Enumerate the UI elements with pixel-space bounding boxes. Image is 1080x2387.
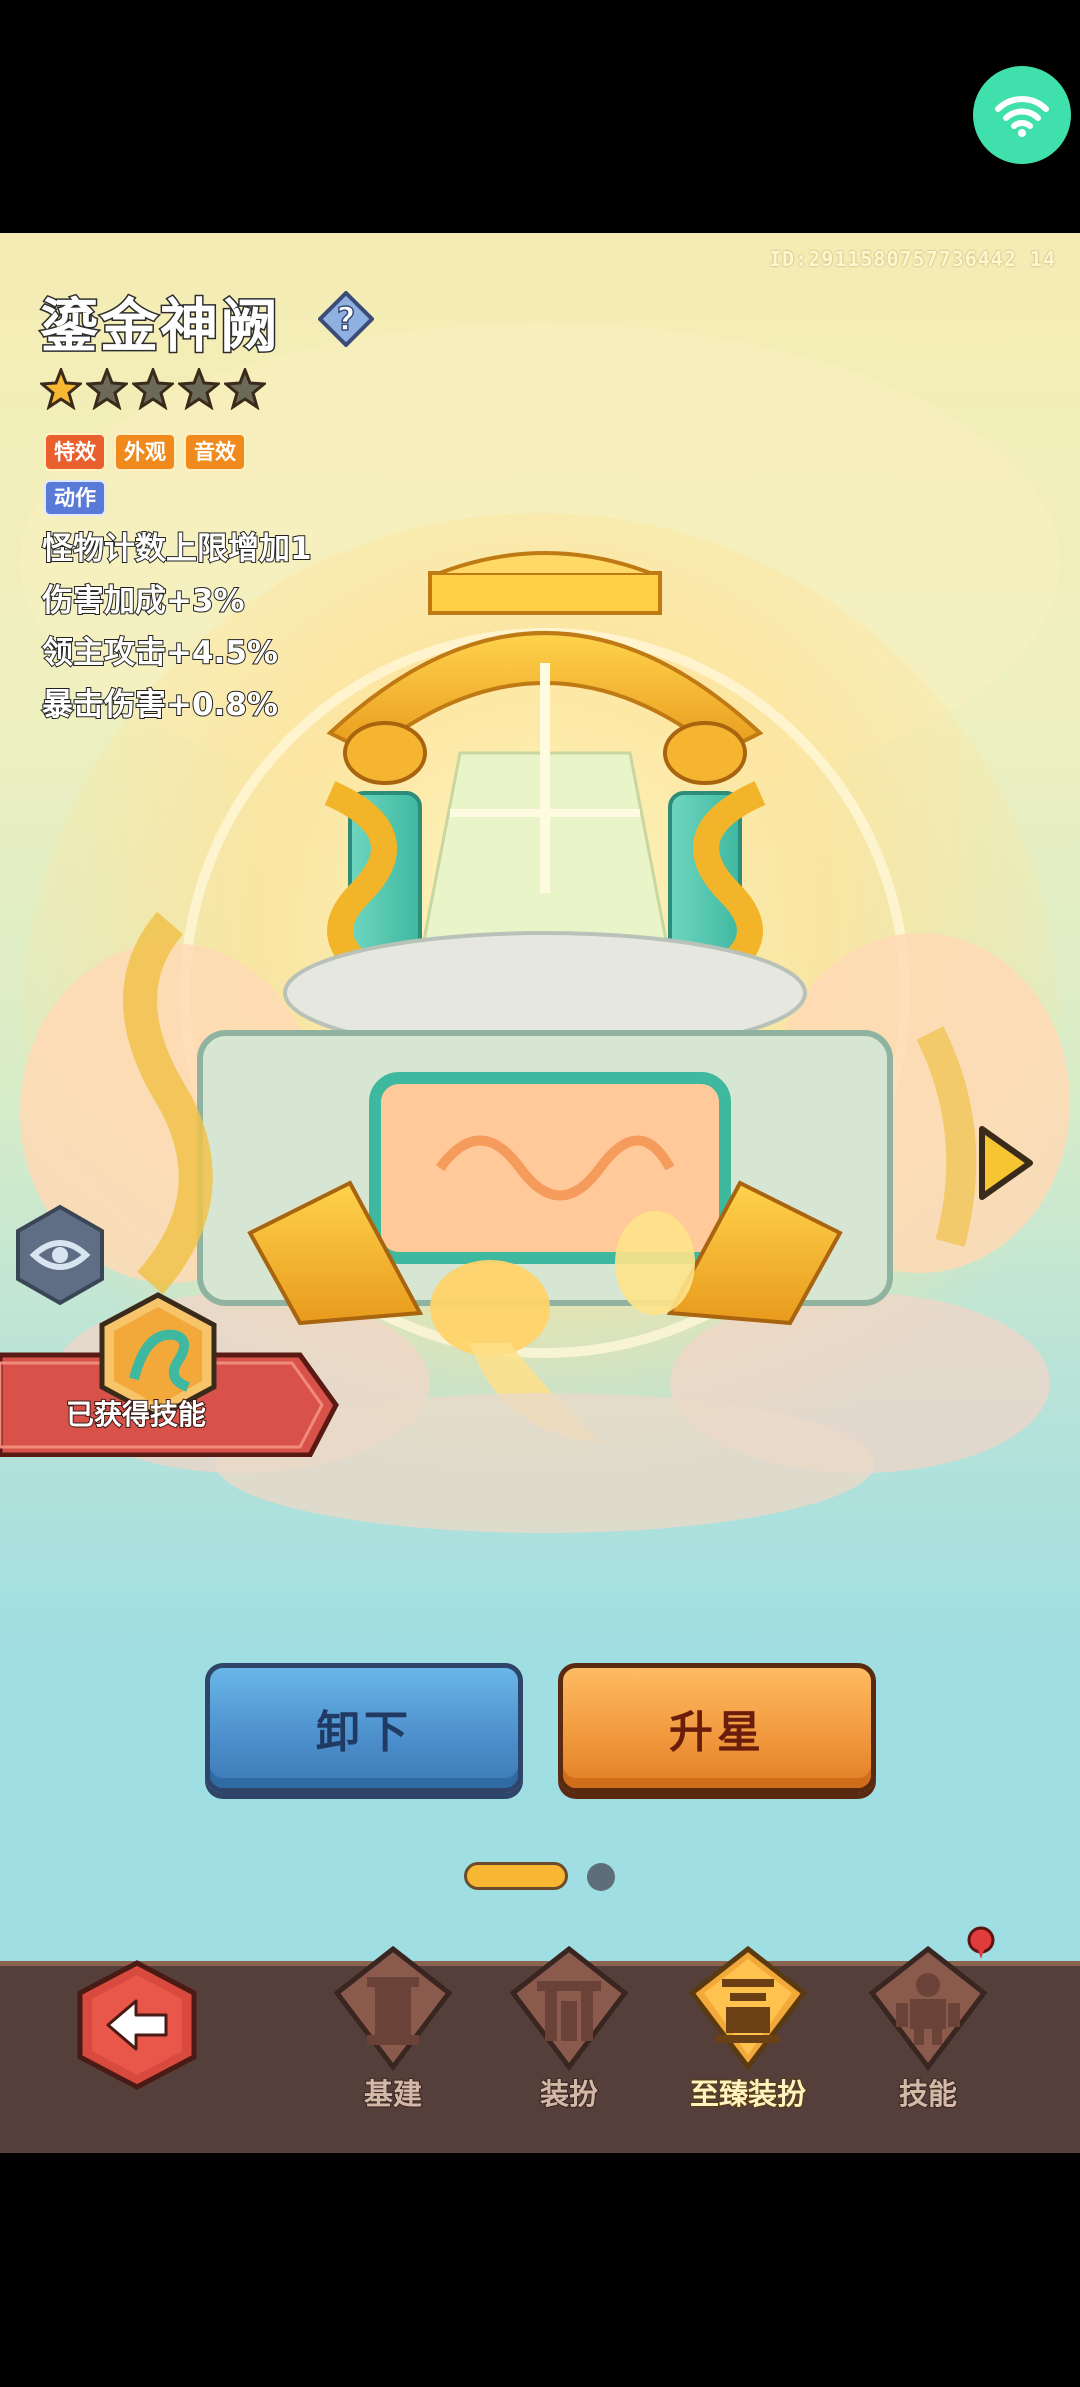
question-icon[interactable]: ?: [318, 291, 374, 347]
stat-line: 伤害加成+3%: [41, 575, 246, 620]
stat-label: 伤害加成: [41, 582, 167, 620]
stat-value: +4.5%: [165, 634, 279, 672]
svg-text:?: ?: [337, 300, 356, 338]
nav-item-dress[interactable]: 装扮: [494, 1943, 644, 2143]
tag-appearance: 外观: [114, 433, 176, 471]
star-rating: [40, 368, 266, 410]
nav-label: 至臻装扮: [689, 2076, 807, 2112]
skin-title: 鎏金神阙: [38, 291, 281, 362]
tag-action: 动作: [44, 480, 106, 516]
next-arrow-icon[interactable]: [976, 1123, 1036, 1203]
nav-item-premium-dress[interactable]: 至臻装扮: [673, 1943, 823, 2143]
back-arrow-icon[interactable]: [74, 1959, 200, 2091]
wifi-icon[interactable]: [973, 66, 1071, 164]
nav-label: 技能: [898, 2076, 958, 2112]
stat-value: +3%: [165, 582, 246, 620]
star-empty-icon: [132, 368, 174, 410]
stat-label: 暴击伤害: [41, 686, 167, 724]
star-empty-icon: [86, 368, 128, 410]
gate-icon: [509, 1945, 629, 2072]
stat-value: +0.8%: [165, 686, 279, 724]
stat-line: 领主攻击+4.5%: [41, 627, 279, 672]
player-id: ID:2911580757736442 14: [769, 247, 1056, 271]
page-indicator-active: [464, 1862, 568, 1890]
stat-label: 怪物计数上限增加: [41, 530, 291, 568]
notification-dot-icon: [967, 1926, 995, 1959]
page-indicator[interactable]: [587, 1863, 615, 1891]
system-nav-area: [0, 2153, 1080, 2387]
stat-line: 暴击伤害+0.8%: [41, 679, 279, 724]
skill-banner-label: 已获得技能: [65, 1397, 207, 1432]
star-empty-icon: [224, 368, 266, 410]
eye-icon[interactable]: [12, 1203, 108, 1307]
nav-item-infrastructure[interactable]: 基建: [318, 1943, 468, 2143]
tag-effect: 特效: [44, 433, 106, 471]
stat-value: 1: [289, 530, 313, 568]
feature-tags: 特效 外观 音效: [44, 433, 246, 471]
nav-label: 装扮: [539, 2076, 599, 2112]
palace-icon: [688, 1945, 808, 2072]
upstar-button[interactable]: 升星: [558, 1663, 876, 1793]
tag-sound: 音效: [184, 433, 246, 471]
star-empty-icon: [178, 368, 220, 410]
nav-label: 基建: [363, 2076, 423, 2112]
star-filled-icon: [40, 368, 82, 410]
stat-label: 领主攻击: [41, 634, 167, 672]
robot-icon: [868, 1945, 988, 2072]
pillar-icon: [333, 1945, 453, 2072]
status-bar: [0, 0, 1080, 233]
game-screen: ID:2911580757736442 14 鎏金神阙 ? 特效 外观 音效 动…: [0, 233, 1080, 2153]
stat-line: 怪物计数上限增加1: [41, 523, 313, 568]
nav-item-skills[interactable]: 技能: [853, 1943, 1003, 2143]
unequip-button[interactable]: 卸下: [205, 1663, 523, 1793]
